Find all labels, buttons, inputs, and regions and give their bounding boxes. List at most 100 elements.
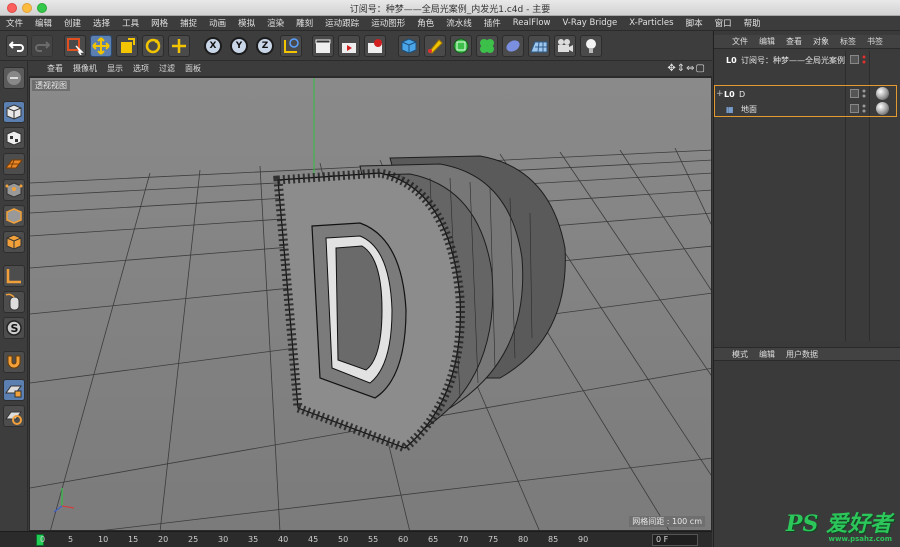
redo-button[interactable] — [31, 35, 53, 57]
main-menubar: 文件 编辑 创建 选择 工具 网格 捕捉 动画 模拟 渲染 雕刻 运动跟踪 运动… — [0, 16, 900, 31]
timeline-tick: 80 — [518, 535, 529, 544]
y-axis-lock-button[interactable]: Y — [230, 37, 248, 55]
menu-create[interactable]: 创建 — [64, 17, 81, 29]
visibility-toggle[interactable] — [850, 104, 859, 113]
object-row[interactable]: ▦ 地面 — [716, 102, 899, 116]
vp-menu-display[interactable]: 显示 — [107, 63, 123, 74]
menu-snap[interactable]: 捕捉 — [180, 17, 197, 29]
object-row[interactable]: L0 订阅号：种梦——全局光案例 — [716, 53, 899, 67]
current-frame-field[interactable]: 0 F — [652, 534, 698, 546]
move-tool-button[interactable] — [90, 35, 112, 57]
floor-environment-button[interactable] — [528, 35, 550, 57]
undo-button[interactable] — [6, 35, 28, 57]
object-name[interactable]: 地面 — [741, 104, 757, 115]
live-selection-button[interactable] — [64, 35, 86, 57]
menu-select[interactable]: 选择 — [93, 17, 110, 29]
cube-primitive-button[interactable] — [398, 35, 420, 57]
editor-render-dots-icon[interactable] — [862, 55, 866, 65]
am-menu-user-data[interactable]: 用户数据 — [786, 349, 818, 360]
material-tag-icon[interactable] — [876, 102, 889, 115]
om-menu-edit[interactable]: 编辑 — [759, 36, 775, 47]
perspective-viewport[interactable]: 透视视图 网格间距 : 100 cm — [29, 77, 712, 531]
subdivision-surface-button[interactable] — [450, 35, 472, 57]
menu-script[interactable]: 脚本 — [686, 17, 703, 29]
vp-menu-options[interactable]: 选项 — [133, 63, 149, 74]
redo-icon — [35, 41, 50, 52]
planar-workplane-button[interactable] — [3, 405, 25, 427]
menu-edit[interactable]: 编辑 — [35, 17, 52, 29]
vp-menu-view[interactable]: 查看 — [47, 63, 63, 74]
om-menu-bookmarks[interactable]: 书签 — [867, 36, 883, 47]
light-button[interactable] — [580, 35, 602, 57]
am-menu-mode[interactable]: 模式 — [732, 349, 748, 360]
camera-button[interactable] — [554, 35, 576, 57]
render-settings-button[interactable] — [364, 35, 386, 57]
am-menu-edit[interactable]: 编辑 — [759, 349, 775, 360]
model-mode-button[interactable] — [3, 101, 25, 123]
menu-simulate[interactable]: 模拟 — [238, 17, 255, 29]
menu-help[interactable]: 帮助 — [744, 17, 761, 29]
menu-mograph[interactable]: 运动图形 — [371, 17, 405, 29]
timeline[interactable]: 0 5 10 15 20 25 30 35 40 45 50 55 60 65 … — [0, 531, 712, 547]
om-menu-view[interactable]: 查看 — [786, 36, 802, 47]
deformer-button[interactable] — [502, 35, 524, 57]
menu-x-particles[interactable]: X-Particles — [629, 18, 673, 28]
visibility-toggle[interactable] — [850, 55, 859, 64]
z-axis-lock-button[interactable]: Z — [256, 37, 274, 55]
object-row[interactable]: + L0 D — [716, 87, 899, 101]
om-menu-objects[interactable]: 对象 — [813, 36, 829, 47]
menu-motion-tracking[interactable]: 运动跟踪 — [325, 17, 359, 29]
rotate-tool-button[interactable] — [142, 35, 164, 57]
menu-window[interactable]: 窗口 — [715, 17, 732, 29]
polygons-mode-button[interactable] — [3, 231, 25, 253]
expand-toggle-icon[interactable]: + — [716, 89, 724, 99]
vp-menu-panel[interactable]: 面板 — [185, 63, 201, 74]
object-name[interactable]: 订阅号：种梦——全局光案例 — [741, 55, 845, 66]
axis-mode-button[interactable] — [3, 265, 25, 287]
menu-realflow[interactable]: RealFlow — [513, 18, 551, 28]
timeline-tick: 70 — [458, 535, 469, 544]
menu-file[interactable]: 文件 — [6, 17, 23, 29]
points-mode-button[interactable] — [3, 179, 25, 201]
vp-menu-filter[interactable]: 过滤 — [159, 63, 175, 74]
editor-render-dots-icon[interactable] — [862, 104, 866, 114]
timeline-tick: 65 — [428, 535, 439, 544]
clapper-play-icon — [342, 43, 356, 53]
menu-plugins[interactable]: 插件 — [484, 17, 501, 29]
vp-menu-cameras[interactable]: 摄像机 — [73, 63, 97, 74]
pen-spline-button[interactable] — [424, 35, 446, 57]
render-view-button[interactable] — [312, 35, 334, 57]
visibility-toggle[interactable] — [850, 89, 859, 98]
timeline-tick: 50 — [338, 535, 349, 544]
om-menu-file[interactable]: 文件 — [732, 36, 748, 47]
x-axis-lock-button[interactable]: X — [204, 37, 222, 55]
texture-mode-button[interactable] — [3, 127, 25, 149]
coordinate-system-button[interactable] — [280, 35, 302, 57]
material-tag-icon[interactable] — [876, 87, 889, 100]
om-menu-tags[interactable]: 标签 — [840, 36, 856, 47]
transform-tool-button[interactable] — [168, 35, 190, 57]
cloner-button[interactable] — [476, 35, 498, 57]
edges-mode-button[interactable] — [3, 205, 25, 227]
workplane-mode-button[interactable] — [3, 153, 25, 175]
menu-tools[interactable]: 工具 — [122, 17, 139, 29]
viewport-menubar: 查看 摄像机 显示 选项 过滤 面板 ✥⇕⇔▢ — [29, 61, 712, 77]
viewport-navigation-icons[interactable]: ✥⇕⇔▢ — [667, 63, 706, 74]
object-list[interactable]: L0 订阅号：种梦——全局光案例 + L0 D ▦ 地面 — [714, 51, 900, 341]
menu-animate[interactable]: 动画 — [209, 17, 226, 29]
tweak-mode-button[interactable] — [3, 291, 25, 313]
render-to-picture-viewer-button[interactable] — [338, 35, 360, 57]
soft-selection-button[interactable]: S — [3, 317, 25, 339]
editor-render-dots-icon[interactable] — [862, 89, 866, 99]
make-editable-button[interactable] — [3, 67, 25, 89]
menu-sculpt[interactable]: 雕刻 — [296, 17, 313, 29]
snap-button[interactable] — [3, 351, 25, 373]
menu-render[interactable]: 渲染 — [267, 17, 284, 29]
scale-tool-button[interactable] — [116, 35, 138, 57]
object-name[interactable]: D — [739, 90, 745, 99]
menu-pipeline[interactable]: 流水线 — [446, 17, 472, 29]
workplane-lock-button[interactable] — [3, 379, 25, 401]
menu-vray-bridge[interactable]: V-Ray Bridge — [562, 18, 617, 28]
menu-mesh[interactable]: 网格 — [151, 17, 168, 29]
menu-character[interactable]: 角色 — [417, 17, 434, 29]
